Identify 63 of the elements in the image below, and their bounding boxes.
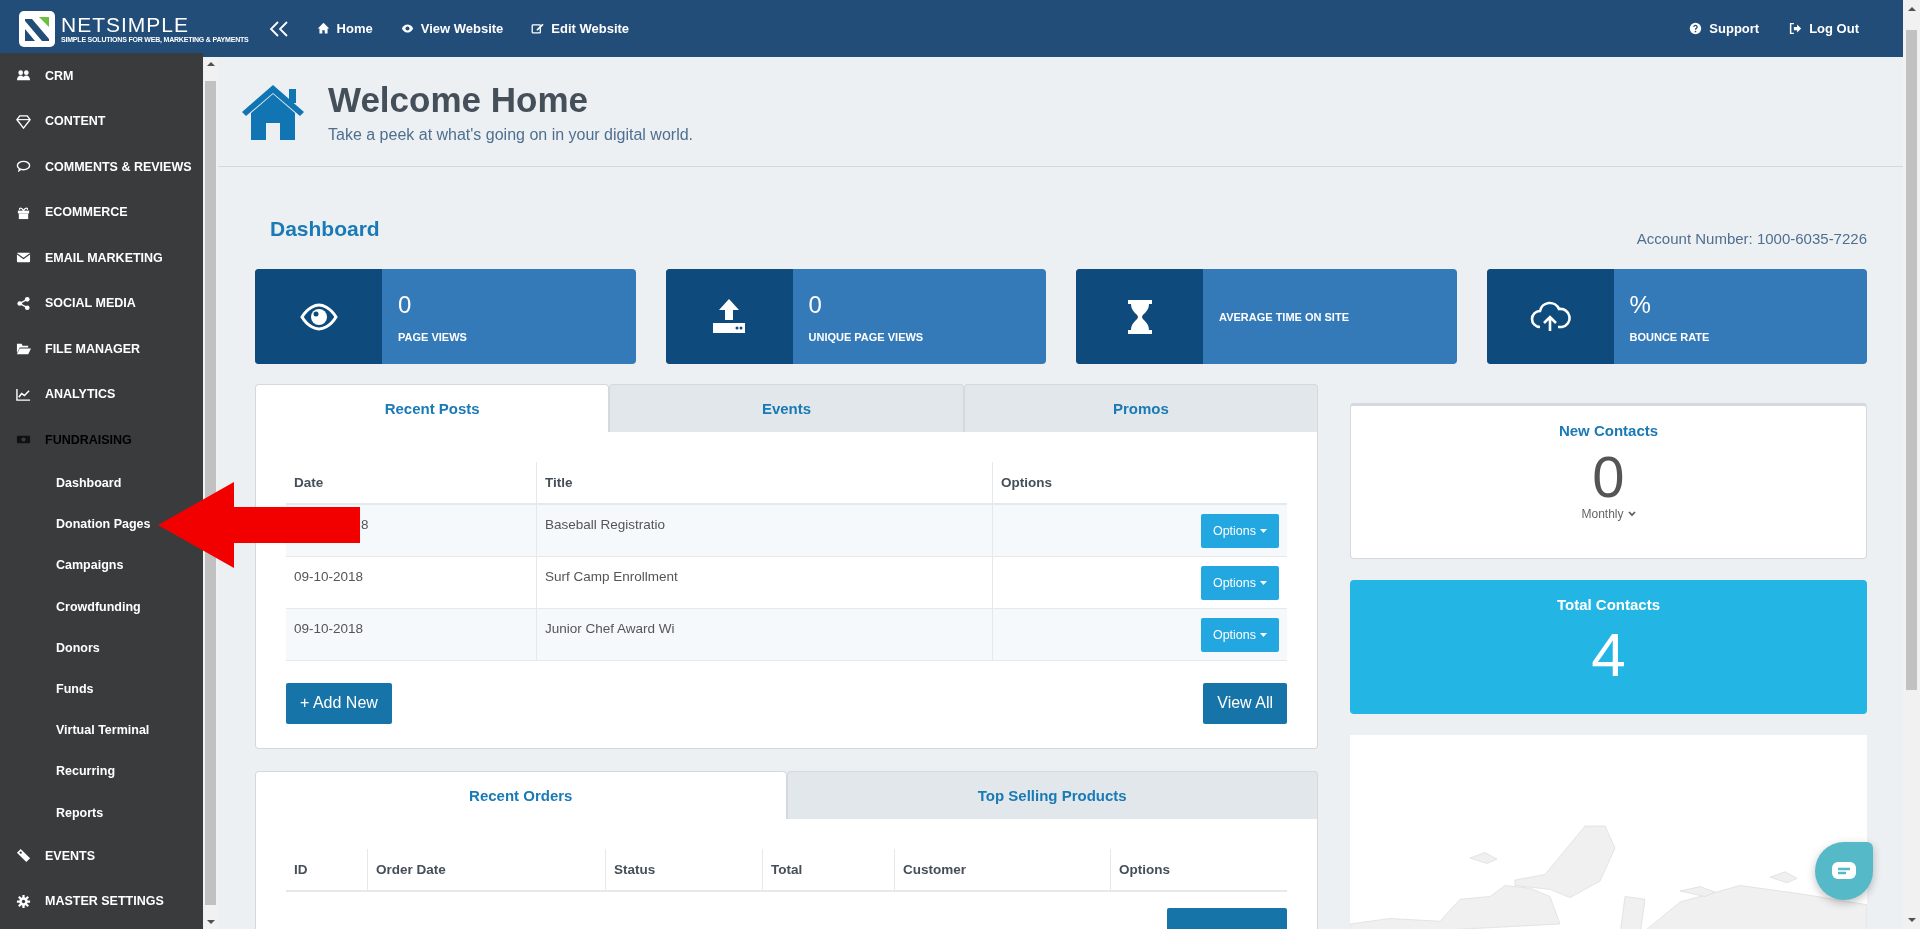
column-header: Total bbox=[771, 861, 803, 877]
tab[interactable]: Recent Posts bbox=[255, 384, 610, 432]
section-title: Dashboard bbox=[270, 217, 380, 241]
sidebar-subitem[interactable]: Reports bbox=[56, 805, 104, 820]
stat-value: % bbox=[1629, 290, 1652, 319]
sidebar-subitem[interactable]: Recurring bbox=[56, 764, 116, 779]
sidebar-subitem[interactable]: Donation Pages bbox=[56, 517, 151, 532]
add-new-button[interactable]: + Add New bbox=[286, 682, 392, 724]
sidebar-item[interactable]: FILE MANAGER bbox=[0, 326, 203, 372]
sidebar-item[interactable]: COMMENTS & REVIEWS bbox=[0, 144, 203, 190]
sidebar-item[interactable]: ECOMMERCE bbox=[0, 189, 203, 235]
sidebar-subitem[interactable]: Funds bbox=[56, 682, 94, 697]
column-header: Date bbox=[294, 475, 324, 490]
column-header: Title bbox=[545, 475, 573, 490]
sidebar-subitem[interactable]: Campaigns bbox=[56, 558, 124, 573]
account-number: Account Number: 1000-6035-7226 bbox=[1636, 230, 1867, 247]
sidebar-item[interactable]: ANALYTICS bbox=[0, 371, 203, 417]
card-title: Total Contacts bbox=[1556, 596, 1661, 613]
column-header: Options bbox=[1119, 861, 1170, 877]
column-header: ID bbox=[294, 861, 308, 877]
logo-name: NETSIMPLE bbox=[61, 14, 191, 36]
column-header: Options bbox=[1001, 475, 1052, 490]
nav-link[interactable]: Home bbox=[316, 21, 373, 36]
table-cell: 09-10-2018 bbox=[294, 620, 364, 636]
sidebar-subitem[interactable]: Donors bbox=[56, 640, 100, 655]
nav-link[interactable]: Log Out bbox=[1789, 21, 1859, 36]
stat-label: AVERAGE TIME ON SITE bbox=[1219, 310, 1349, 323]
nav-link[interactable]: Support bbox=[1689, 21, 1760, 36]
stat-value: 0 bbox=[398, 290, 413, 319]
table-cell: Baseball Registratio bbox=[545, 517, 666, 532]
sidebar-subitem[interactable]: Dashboard bbox=[56, 476, 122, 491]
table-cell: 09-10-2018 bbox=[294, 568, 364, 584]
sidebar-subitem[interactable]: Virtual Terminal bbox=[56, 723, 150, 738]
view-all-button[interactable]: View All bbox=[1203, 682, 1287, 724]
sidebar-item[interactable]: EVENTS bbox=[0, 833, 203, 879]
column-header: Status bbox=[614, 861, 656, 877]
page-title: Welcome Home bbox=[328, 79, 589, 120]
period-dropdown[interactable]: Monthly bbox=[1581, 507, 1636, 521]
sidebar-item[interactable]: EMAIL MARKETING bbox=[0, 235, 203, 281]
tab[interactable]: Recent Orders bbox=[255, 770, 787, 819]
contacts-count: 4 bbox=[1591, 625, 1626, 685]
sidebar-item[interactable]: CONTENT bbox=[0, 98, 203, 144]
tab[interactable]: Events bbox=[609, 384, 964, 432]
stat-label: PAGE VIEWS bbox=[398, 330, 467, 343]
table-cell: 8 bbox=[361, 517, 369, 532]
sidebar-item[interactable]: SOCIAL MEDIA bbox=[0, 280, 203, 326]
nav-link[interactable]: Edit Website bbox=[531, 21, 630, 36]
column-header: Customer bbox=[903, 861, 966, 877]
tab[interactable]: Promos bbox=[963, 384, 1318, 432]
sidebar-item[interactable]: MASTER SETTINGS bbox=[0, 878, 203, 925]
card-title: New Contacts bbox=[1558, 422, 1659, 439]
page-subtitle: Take a peek at what's going on in your digital world. bbox=[328, 125, 694, 144]
sidebar-subitem[interactable]: Crowdfunding bbox=[56, 599, 141, 614]
tab[interactable]: Top Selling Products bbox=[786, 770, 1318, 819]
sidebar-item[interactable]: CRM bbox=[0, 53, 203, 99]
nav-link[interactable]: View Website bbox=[400, 21, 504, 36]
table-cell: Junior Chef Award Wi bbox=[545, 620, 675, 636]
stat-label: BOUNCE RATE bbox=[1629, 330, 1710, 343]
stat-value: 0 bbox=[808, 290, 823, 319]
stat-label: UNIQUE PAGE VIEWS bbox=[808, 330, 924, 343]
column-header: Order Date bbox=[376, 861, 446, 877]
contacts-count: 0 bbox=[1592, 447, 1625, 507]
table-cell: Surf Camp Enrollment bbox=[545, 568, 678, 584]
